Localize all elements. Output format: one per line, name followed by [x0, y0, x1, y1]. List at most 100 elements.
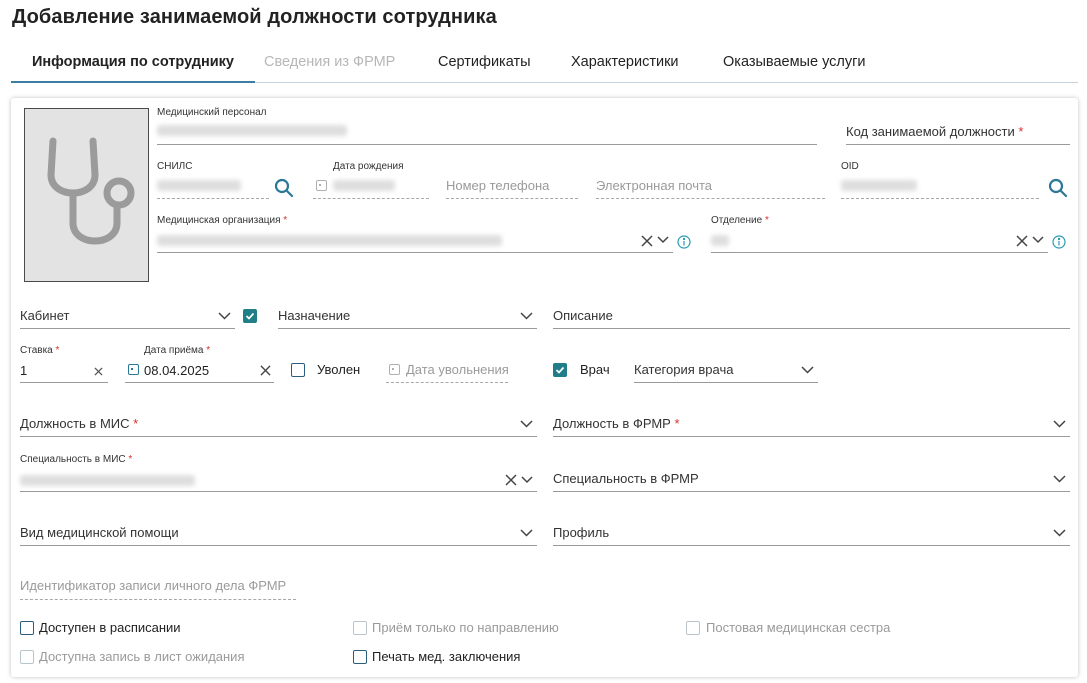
- personnel-field[interactable]: [157, 144, 817, 145]
- oid-field[interactable]: [841, 198, 1039, 199]
- chevron-down-icon[interactable]: [657, 236, 669, 244]
- print-conclusion-checkbox[interactable]: [353, 650, 367, 664]
- required-mark: *: [55, 345, 60, 356]
- chevron-down-icon[interactable]: [520, 420, 533, 428]
- required-mark: *: [128, 454, 133, 465]
- required-mark: *: [283, 215, 288, 226]
- email-field[interactable]: [596, 198, 825, 199]
- chevron-down-icon[interactable]: [521, 476, 533, 484]
- chevron-down-icon[interactable]: [1053, 420, 1066, 428]
- chevron-down-icon[interactable]: [1053, 529, 1066, 537]
- mis-position-select[interactable]: [20, 436, 537, 437]
- ward-nurse-checkbox: [686, 621, 700, 635]
- check-icon: [555, 366, 565, 374]
- referral-only-label: Приём только по направлению: [372, 620, 559, 635]
- cabinet-select[interactable]: [20, 328, 235, 329]
- hire-date-label-text: Дата приёма: [144, 345, 204, 356]
- chevron-down-icon[interactable]: [1032, 236, 1044, 244]
- close-icon[interactable]: [260, 365, 271, 376]
- employee-form: Медицинский персонал Код занимаемой долж…: [11, 98, 1078, 677]
- frmr-position-field: Должность в ФРМР *: [553, 416, 680, 431]
- snils-value-blurred: [157, 180, 241, 191]
- stethoscope-icon: [47, 137, 135, 245]
- dismissal-date-placeholder: Дата увольнения: [406, 362, 509, 377]
- calendar-icon[interactable]: [128, 364, 139, 375]
- snils-label: СНИЛС: [157, 161, 193, 172]
- frmr-position-placeholder: Должность в ФРМР: [553, 416, 671, 431]
- hire-date-field[interactable]: [125, 382, 274, 383]
- care-type-select[interactable]: [20, 545, 537, 546]
- dismissed-checkbox[interactable]: [291, 363, 305, 377]
- mis-specialty-label-text: Специальность в МИС: [20, 454, 126, 465]
- cabinet-checkbox[interactable]: [243, 309, 257, 323]
- info-icon[interactable]: [1052, 235, 1066, 249]
- department-select[interactable]: [711, 252, 1048, 253]
- rate-field[interactable]: [20, 382, 108, 383]
- chevron-down-icon[interactable]: [801, 366, 814, 374]
- rate-label: Ставка *: [20, 345, 59, 356]
- hire-date-label: Дата приёма *: [144, 345, 210, 356]
- med-org-select[interactable]: [157, 252, 673, 253]
- close-icon[interactable]: [94, 367, 103, 376]
- search-icon[interactable]: [1048, 178, 1068, 198]
- personnel-value-blurred: [157, 125, 347, 136]
- close-icon[interactable]: [1016, 235, 1028, 247]
- doctor-label: Врач: [580, 362, 610, 377]
- personnel-label: Медицинский персонал: [157, 107, 267, 118]
- dismissal-date-field: [386, 382, 508, 383]
- frmr-record-id-field[interactable]: [20, 599, 296, 600]
- chevron-down-icon[interactable]: [520, 312, 533, 320]
- profile-select[interactable]: [553, 545, 1070, 546]
- department-label: Отделение *: [711, 215, 769, 226]
- tab-bar: Информация по сотруднику Сведения из ФРМ…: [11, 44, 1078, 83]
- mis-specialty-select[interactable]: [20, 491, 537, 492]
- chevron-down-icon[interactable]: [218, 312, 231, 320]
- dismissed-label: Уволен: [317, 362, 361, 377]
- phone-field[interactable]: [446, 198, 578, 199]
- mis-specialty-value-blurred: [20, 475, 195, 486]
- position-code-underline: [846, 144, 1070, 145]
- purpose-select[interactable]: [278, 328, 537, 329]
- birth-date-field: [313, 198, 429, 199]
- doctor-category-placeholder: Категория врача: [634, 362, 734, 377]
- tab-certificates[interactable]: Сертификаты: [417, 44, 552, 83]
- search-icon[interactable]: [274, 178, 294, 198]
- med-org-label: Медицинская организация *: [157, 215, 287, 226]
- phone-placeholder: Номер телефона: [446, 178, 550, 193]
- cabinet-placeholder: Кабинет: [20, 308, 70, 323]
- chevron-down-icon[interactable]: [520, 529, 533, 537]
- rate-value: 1: [20, 363, 28, 378]
- waitlist-label: Доступна запись в лист ожидания: [39, 649, 245, 664]
- care-type-placeholder: Вид медицинской помощи: [20, 525, 179, 540]
- rate-label-text: Ставка: [20, 345, 53, 356]
- waitlist-checkbox: [20, 650, 34, 664]
- doctor-category-select[interactable]: [634, 382, 818, 383]
- description-field[interactable]: [553, 328, 1070, 329]
- mis-position-field: Должность в МИС *: [20, 416, 138, 431]
- tab-characteristics[interactable]: Характеристики: [550, 44, 700, 83]
- required-mark: *: [674, 416, 680, 431]
- mis-position-placeholder: Должность в МИС: [20, 416, 130, 431]
- birth-date-value-blurred: [333, 180, 395, 191]
- birth-date-label: Дата рождения: [333, 161, 404, 172]
- snils-field[interactable]: [157, 198, 269, 199]
- profile-placeholder: Профиль: [553, 525, 610, 540]
- schedule-checkbox[interactable]: [20, 621, 34, 635]
- tab-frmr-info: Сведения из ФРМР: [264, 54, 396, 70]
- close-icon[interactable]: [641, 235, 653, 247]
- frmr-position-select[interactable]: [553, 436, 1070, 437]
- doctor-checkbox[interactable]: [553, 363, 567, 377]
- tab-services[interactable]: Оказываемые услуги: [702, 44, 887, 83]
- close-icon[interactable]: [505, 474, 517, 486]
- calendar-icon: [389, 364, 400, 375]
- chevron-down-icon[interactable]: [1053, 475, 1066, 483]
- required-mark: *: [206, 345, 211, 356]
- frmr-record-id-placeholder: Идентификатор записи личного дела ФРМР: [20, 578, 287, 593]
- page-title: Добавление занимаемой должности сотрудни…: [12, 6, 497, 28]
- info-icon[interactable]: [677, 235, 691, 249]
- frmr-specialty-select[interactable]: [553, 491, 1070, 492]
- tab-employee-info[interactable]: Информация по сотруднику: [11, 44, 255, 83]
- email-placeholder: Электронная почта: [596, 178, 713, 193]
- oid-value-blurred: [841, 180, 917, 191]
- position-code-field[interactable]: Код занимаемой должности *: [846, 124, 1023, 139]
